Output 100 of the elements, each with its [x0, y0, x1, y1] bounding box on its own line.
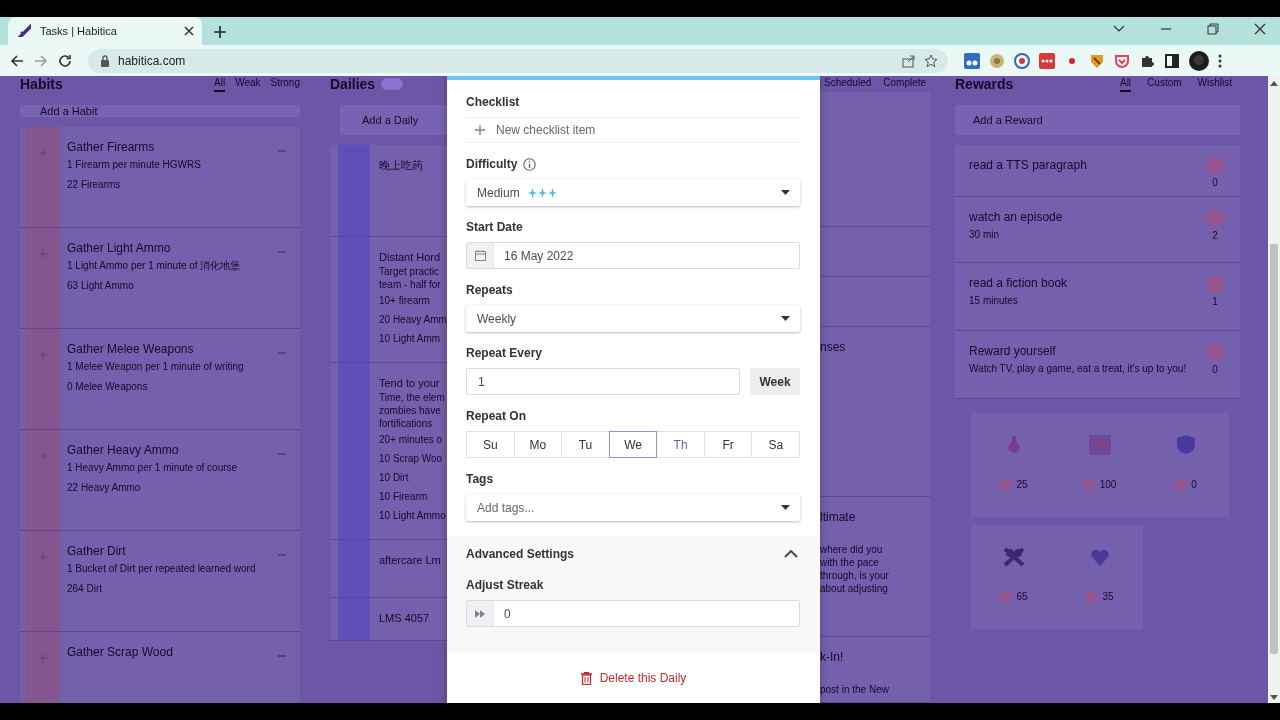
- item-price: 0: [1191, 479, 1197, 490]
- task-notes: 1 Light Ammo per 1 minute of 消化地堡: [67, 259, 241, 273]
- avatar-icon[interactable]: [1189, 50, 1209, 71]
- filter-tab[interactable]: All: [1119, 76, 1132, 92]
- day-button[interactable]: Tu: [561, 431, 610, 458]
- shop-item[interactable]: 25: [971, 413, 1057, 517]
- task-count: 0 Melee Weapons: [67, 380, 148, 394]
- date-field[interactable]: 16 May 2022: [466, 242, 800, 269]
- check-button[interactable]: [338, 363, 370, 539]
- shop-item[interactable]: 0: [1143, 413, 1229, 517]
- trash-icon: [580, 671, 592, 685]
- extension-icon[interactable]: [964, 52, 980, 69]
- coin-icon: [1000, 479, 1012, 490]
- info-icon[interactable]: [523, 158, 537, 171]
- task-title: Distant Hord: [379, 250, 441, 265]
- difficulty-select[interactable]: Medium: [466, 179, 800, 206]
- day-button[interactable]: Th: [656, 431, 705, 458]
- coin-icon: [1000, 591, 1012, 602]
- shop-item[interactable]: 100: [1057, 413, 1143, 517]
- pocket-icon[interactable]: [1114, 52, 1130, 69]
- sparkle-icon: [537, 187, 547, 198]
- item-price: 100: [1099, 479, 1117, 490]
- task-count: 22 Heavy Ammo: [67, 481, 141, 495]
- sparkle-icon: [547, 187, 557, 198]
- forward-icon[interactable]: [34, 53, 48, 68]
- caret-down-icon[interactable]: [1113, 25, 1125, 33]
- checklist-item: 20 Heavy Amm: [379, 313, 447, 327]
- extension-icon[interactable]: [1089, 52, 1105, 69]
- delete-button[interactable]: Delete this Daily: [580, 671, 687, 685]
- caret-down-icon: [781, 190, 790, 195]
- check-button[interactable]: [338, 237, 370, 362]
- add-field[interactable]: Add a Habit: [20, 105, 300, 117]
- field-label: Adjust Streak: [466, 578, 544, 593]
- check-button[interactable]: [338, 145, 370, 236]
- unit-label: Week: [750, 368, 800, 395]
- shop-item[interactable]: 65: [971, 525, 1057, 629]
- menu-icon[interactable]: [1218, 53, 1222, 68]
- shop-item[interactable]: 35: [1057, 525, 1143, 629]
- field-label: Repeat Every: [466, 346, 543, 361]
- day-button[interactable]: Mo: [513, 431, 563, 458]
- reward-price: 1: [1212, 296, 1218, 307]
- close-icon[interactable]: [1254, 23, 1266, 35]
- day-button[interactable]: Sa: [751, 431, 801, 458]
- field-label: Repeat On: [466, 409, 526, 424]
- repeats-select[interactable]: Weekly: [466, 305, 800, 332]
- day-button[interactable]: Fr: [703, 431, 753, 458]
- filter-tab[interactable]: Strong: [270, 76, 300, 92]
- back-icon[interactable]: [10, 53, 24, 68]
- filter-tab[interactable]: Wishlist: [1197, 76, 1232, 92]
- plus-icon: [38, 654, 47, 662]
- filter-tab[interactable]: Weak: [235, 76, 261, 92]
- field-label: Checklist: [466, 95, 520, 110]
- share-icon[interactable]: [902, 53, 916, 68]
- check-button[interactable]: [338, 598, 370, 640]
- checklist-field[interactable]: New checklist item: [466, 117, 800, 143]
- scrollbar-thumb[interactable]: [1270, 244, 1278, 654]
- task-notes: team - half for: [379, 278, 441, 291]
- task-notes: about adjusting: [820, 582, 888, 595]
- caret-down-icon: [781, 505, 790, 510]
- address-bar[interactable]: habitica.com: [88, 48, 948, 73]
- add-field[interactable]: Add a Reward: [955, 105, 1240, 135]
- task-notes: with the pace: [820, 556, 879, 569]
- side-panel-icon[interactable]: [1164, 52, 1180, 69]
- filter-tab[interactable]: Scheduled: [824, 76, 872, 92]
- day-button[interactable]: We: [608, 431, 658, 458]
- reload-icon[interactable]: [58, 53, 72, 68]
- field-label: Difficulty: [466, 157, 518, 172]
- task-title: Gather Scrap Wood: [67, 644, 173, 660]
- restore-icon[interactable]: [1207, 23, 1219, 35]
- plus-icon[interactable]: [214, 26, 226, 38]
- extension-icon[interactable]: [1014, 52, 1030, 69]
- task-notes: zombies have: [379, 404, 441, 417]
- add-field[interactable]: Add a Daily: [340, 105, 447, 135]
- field-label: Repeats: [466, 283, 513, 298]
- browser-tab[interactable]: Tasks | Habitica: [8, 17, 202, 45]
- bones-icon: [1002, 545, 1026, 569]
- filter-tab[interactable]: Custom: [1147, 76, 1182, 92]
- extension-icon[interactable]: [989, 52, 1005, 69]
- task-count: 63 Light Ammo: [67, 279, 134, 293]
- task-title: Gather Firearms: [67, 139, 155, 155]
- streak-field[interactable]: 0: [466, 600, 800, 627]
- filter-tab[interactable]: Complete: [883, 76, 927, 92]
- day-button[interactable]: Su: [466, 431, 515, 458]
- task-title: ltimate: [820, 509, 856, 525]
- scroll-down-icon[interactable]: [1270, 695, 1278, 701]
- scroll-up-icon[interactable]: [1270, 80, 1278, 86]
- caret-down-icon: [781, 316, 790, 321]
- extension-icon[interactable]: [1039, 52, 1055, 69]
- plus-icon: [38, 351, 47, 359]
- chevron-up-icon[interactable]: [784, 550, 798, 558]
- plus-icon: [38, 250, 47, 258]
- filter-tab[interactable]: All: [214, 76, 226, 92]
- repeat-every-field[interactable]: 1: [466, 368, 740, 395]
- close-icon[interactable]: [184, 26, 194, 36]
- star-icon[interactable]: [924, 53, 938, 68]
- tags-select[interactable]: Add tags...: [466, 494, 800, 521]
- column-title: Rewards: [955, 76, 1014, 92]
- check-button[interactable]: [338, 540, 370, 597]
- task-notes: fortifications: [379, 417, 433, 430]
- checklist-item: 10+ firearm: [379, 294, 430, 308]
